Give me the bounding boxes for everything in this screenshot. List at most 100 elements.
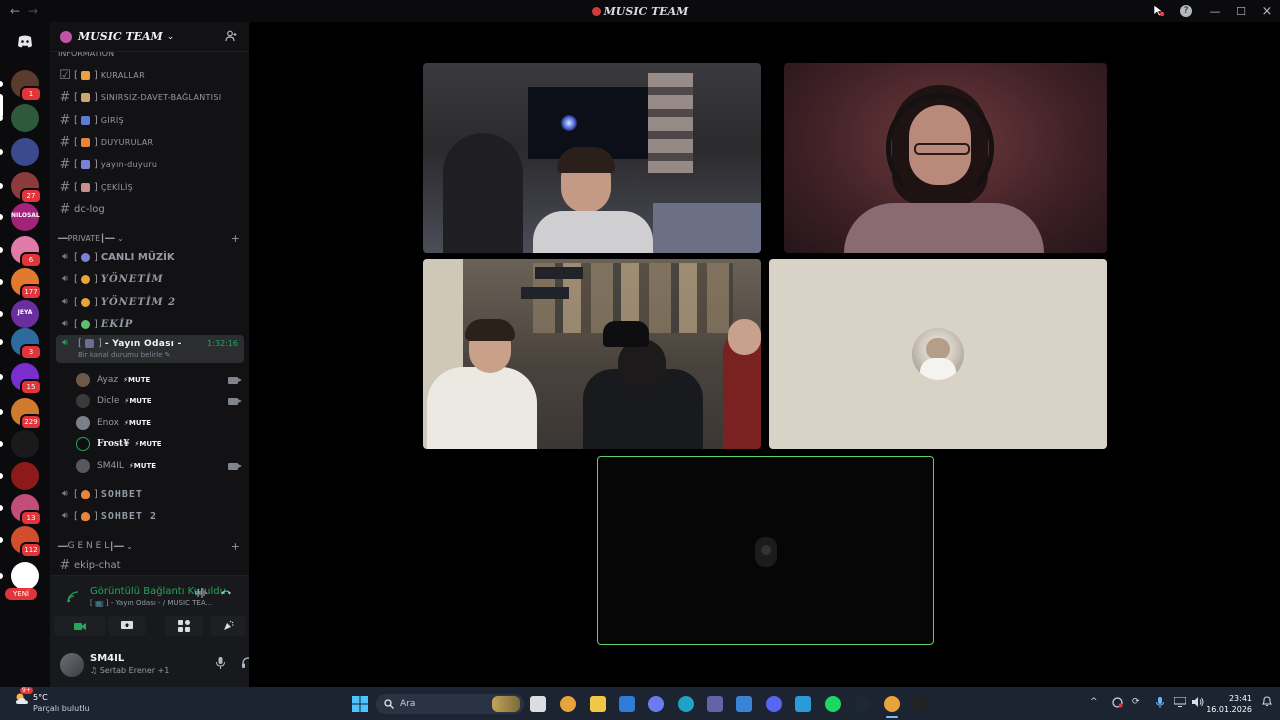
voice-channel-4[interactable]: 🔊︎ [] EKİP xyxy=(56,313,244,335)
username[interactable]: SM4IL xyxy=(90,653,124,664)
soundboard-button[interactable] xyxy=(210,616,246,636)
video-tile-ayaz[interactable] xyxy=(423,63,761,253)
voice-channel-active[interactable]: 🔊︎ [ ] - Yayın Odası - 1:32:16 Bir kanal dur… xyxy=(56,335,244,363)
guild-header[interactable]: MUSIC TEAM ⌄ xyxy=(50,22,249,52)
steam-icon[interactable] xyxy=(854,696,870,712)
text-channel-3[interactable]: #[] GİRİŞ xyxy=(56,109,244,131)
chrome-active-icon[interactable] xyxy=(884,696,900,712)
discord-icon[interactable] xyxy=(766,696,782,712)
voice-channel-1[interactable]: 🔊︎ [] CANLI MÜZİK xyxy=(56,246,244,268)
file-explorer-icon[interactable] xyxy=(590,696,606,712)
discord-home-button[interactable] xyxy=(11,27,39,55)
notification-bell-icon[interactable] xyxy=(1261,696,1273,710)
server-icon-13[interactable] xyxy=(11,462,39,490)
voice-user-2[interactable]: Dicle ⚡MUTE xyxy=(76,391,244,411)
forward-arrow-icon[interactable]: → xyxy=(24,4,42,18)
server-icon-9[interactable]: 3 xyxy=(11,328,42,360)
call-timer: 1:32:16 xyxy=(207,339,238,348)
avatar[interactable] xyxy=(60,653,84,677)
video-tile-enox[interactable] xyxy=(423,259,761,449)
voice-channel-sohbet-1[interactable]: 🔊︎ [] SOHBET xyxy=(56,483,244,505)
back-arrow-icon[interactable]: ← xyxy=(6,4,24,18)
voice-user-1[interactable]: Ayaz ⚡MUTE xyxy=(76,370,244,390)
tray-mic-icon[interactable] xyxy=(1156,697,1164,711)
voice-user-4[interactable]: Frost¥ ⚡MUTE xyxy=(76,434,244,454)
add-channel-icon[interactable]: + xyxy=(231,232,240,245)
video-tile-sm4il[interactable] xyxy=(597,456,934,645)
disconnect-icon[interactable] xyxy=(220,588,232,599)
vpn-icon[interactable] xyxy=(736,696,752,712)
title-bar: ← → MUSIC TEAM ? — ☐ × xyxy=(0,0,1280,22)
text-channel-genel-1[interactable]: # ekip-chat xyxy=(56,554,244,575)
text-channel-7[interactable]: # dc-log xyxy=(56,198,244,220)
spotify-icon[interactable] xyxy=(825,696,841,712)
volume-icon[interactable] xyxy=(1192,697,1204,710)
server-icon-3[interactable] xyxy=(11,138,39,166)
screen-share-button[interactable] xyxy=(108,616,146,636)
text-channel-4[interactable]: #[] DUYURULAR xyxy=(56,131,244,153)
weather-temp[interactable]: 5°C xyxy=(33,693,48,702)
server-icon-14[interactable]: 13 xyxy=(11,494,42,526)
server-icon-2[interactable] xyxy=(11,104,39,132)
invite-people-icon[interactable] xyxy=(225,30,237,45)
start-button[interactable] xyxy=(352,696,368,712)
video-tile-dicle[interactable] xyxy=(784,63,1107,253)
server-icon-8[interactable]: JEYA xyxy=(11,300,39,328)
copilot-icon[interactable] xyxy=(648,696,664,712)
voice-user-5[interactable]: SM4IL ⚡MUTE xyxy=(76,456,244,476)
maximize-icon[interactable]: ☐ xyxy=(1228,5,1254,18)
activities-button[interactable] xyxy=(165,616,203,636)
obs-icon[interactable] xyxy=(913,696,929,712)
tray-chevron-icon[interactable]: ^ xyxy=(1090,697,1098,707)
minimize-icon[interactable]: — xyxy=(1202,5,1228,18)
category-information[interactable]: INFORMATION xyxy=(58,52,244,60)
add-channel-icon[interactable]: + xyxy=(231,540,240,553)
voice-channel-2[interactable]: 🔊︎ [] YÖNETİM xyxy=(56,268,244,290)
server-icon-5[interactable]: NILOSAL xyxy=(11,203,40,231)
chrome-icon[interactable] xyxy=(560,696,576,712)
noise-suppression-icon[interactable] xyxy=(195,588,207,601)
edge-icon[interactable] xyxy=(678,696,694,712)
help-icon[interactable]: ? xyxy=(1180,5,1192,17)
headphones xyxy=(886,93,994,203)
video-tile-frost[interactable] xyxy=(769,259,1107,449)
text-channel-2[interactable]: #[] SINIRSIZ-DAVET-BAĞLANTISI xyxy=(56,86,244,108)
camera-button[interactable] xyxy=(54,616,106,636)
server-icon-4[interactable]: 27 xyxy=(11,172,42,204)
signal-icon[interactable] xyxy=(67,591,79,606)
server-icon-7[interactable]: 177 xyxy=(11,268,42,300)
store-icon[interactable] xyxy=(619,696,635,712)
voice-channel-sohbet-2[interactable]: 🔊︎ [] SOHBET 2 xyxy=(56,505,244,527)
category-private[interactable]: ━━ PRIVATE ┃━━ ⌄ + xyxy=(58,231,244,245)
category-genel[interactable]: ━━ G E N E L ┃━━ ⌄ + xyxy=(58,539,244,553)
task-view-icon[interactable] xyxy=(530,696,546,712)
close-icon[interactable]: × xyxy=(1254,4,1280,19)
network-icon[interactable] xyxy=(1173,696,1187,710)
server-icon-6[interactable]: 6 xyxy=(11,236,42,268)
channel-status-hint[interactable]: Bir kanal durumu belirle ✎ xyxy=(78,351,171,359)
voice-user-3[interactable]: Enox ⚡MUTE xyxy=(76,413,244,433)
server-icon-11[interactable]: 229 xyxy=(11,398,42,430)
text-channel-1[interactable]: ☑[] KURALLAR xyxy=(56,64,244,86)
bracket: ] xyxy=(97,338,102,349)
server-icon-1[interactable]: 1 xyxy=(11,70,42,102)
remote-desktop-icon[interactable] xyxy=(795,696,811,712)
server-icon-16[interactable]: YENİ xyxy=(5,562,39,600)
server-icon-15[interactable]: 112 xyxy=(11,526,42,558)
text-channel-5[interactable]: #[] yayın-duyuru xyxy=(56,153,244,175)
microphone-icon[interactable] xyxy=(216,657,225,672)
weather-description[interactable]: Parçalı bulutlu xyxy=(33,704,90,713)
tray-app-icon[interactable] xyxy=(1112,697,1123,711)
text-channel-6[interactable]: #[] ÇEKİLİŞ xyxy=(56,176,244,198)
server-icon-12[interactable] xyxy=(11,430,39,458)
voice-channel-path[interactable]: [ 📺 ] - Yayın Odası - / MUSIC TEA... xyxy=(90,599,212,607)
server-icon-10[interactable]: 15 xyxy=(11,363,42,395)
taskbar-clock[interactable]: 23:41 16.01.2026 xyxy=(1206,693,1252,715)
inbox-icon[interactable] xyxy=(1146,3,1170,19)
tray-sync-icon[interactable]: ⟳ xyxy=(1132,697,1140,707)
teams-icon[interactable] xyxy=(707,696,723,712)
weather-widget[interactable]: 9+ xyxy=(14,687,33,711)
voice-channel-3[interactable]: 🔊︎ [] YÖNETİM 2 xyxy=(56,291,244,313)
taskbar-search[interactable]: Ara xyxy=(376,694,524,714)
channel-name: KURALLAR xyxy=(100,70,145,80)
